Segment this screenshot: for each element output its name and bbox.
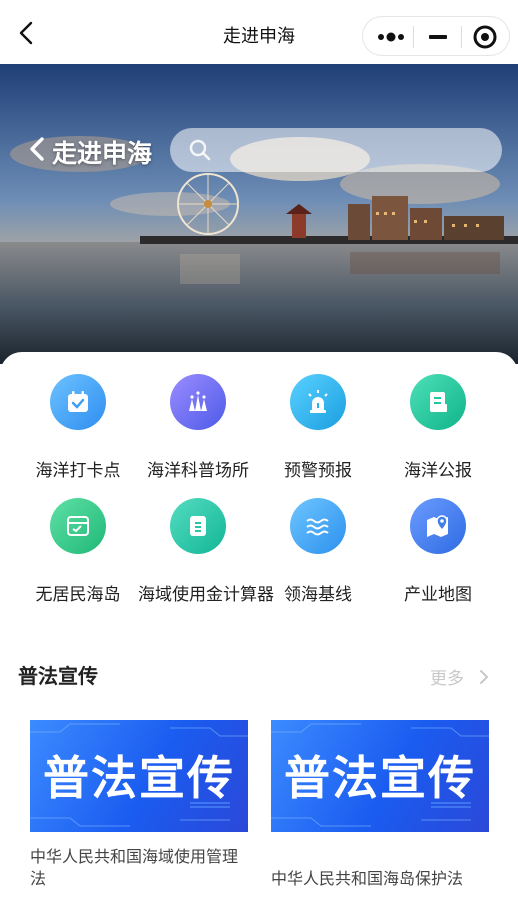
target-circle-icon[interactable] xyxy=(461,17,509,57)
seaside-photo xyxy=(0,64,518,364)
hero-back-chevron-icon[interactable] xyxy=(28,136,46,162)
grid-item-label: 海洋打卡点 xyxy=(35,461,121,481)
grid-item-science-venues[interactable]: 海洋科普场所 xyxy=(138,374,258,481)
grid-item-label: 海域使用金计算器 xyxy=(138,585,274,605)
grid-item-ocean-bulletin[interactable]: 海洋公报 xyxy=(378,374,498,481)
search-input[interactable] xyxy=(170,128,502,172)
section-title: 普法宣传 xyxy=(18,664,98,688)
grid-item-label: 海洋科普场所 xyxy=(147,461,249,481)
more-link[interactable]: 更多 xyxy=(430,664,464,689)
mini-program-capsule xyxy=(362,16,510,56)
alarm-light-icon xyxy=(290,374,346,430)
law-article-card[interactable]: 普法宣传 中华人民共和国海域使用管理法 xyxy=(30,720,248,890)
more-dots-icon[interactable] xyxy=(367,17,415,57)
hero-carousel[interactable]: 走进申海 xyxy=(0,64,518,364)
museum-icon xyxy=(170,374,226,430)
chevron-right-icon[interactable] xyxy=(478,668,490,686)
grid-item-label: 预警预报 xyxy=(284,461,352,481)
grid-item-warning-forecast[interactable]: 预警预报 xyxy=(258,374,378,481)
grid-item-uninhabited-islands[interactable]: 无居民海岛 xyxy=(18,498,138,605)
grid-item-label: 领海基线 xyxy=(284,585,352,605)
card-caption: 中华人民共和国海岛保护法 xyxy=(271,869,464,888)
search-icon xyxy=(189,139,211,161)
grid-item-sea-fee-calculator[interactable]: 海域使用金计算器 xyxy=(138,498,274,605)
grid-item-industry-map[interactable]: 产业地图 xyxy=(378,498,498,605)
card-caption: 中华人民共和国海域使用管理法 xyxy=(30,847,239,888)
map-pin-icon xyxy=(410,498,466,554)
law-banner-image: 普法宣传 xyxy=(271,720,489,832)
grid-item-label: 无居民海岛 xyxy=(35,585,121,605)
content-panel: 海洋打卡点 海洋科普场所 预警预报 海洋公报 无居民海岛 海域使用金计算器 领海… xyxy=(0,352,518,921)
island-card-icon xyxy=(50,498,106,554)
grid-item-baseline[interactable]: 领海基线 xyxy=(258,498,378,605)
grid-item-label: 产业地图 xyxy=(404,585,472,605)
hero-title: 走进申海 xyxy=(52,139,153,168)
banner-text: 普法宣传 xyxy=(284,751,476,805)
grid-item-ocean-checkin[interactable]: 海洋打卡点 xyxy=(18,374,138,481)
app-bar: 走进申海 xyxy=(0,0,518,64)
grid-item-label: 海洋公报 xyxy=(404,461,472,481)
calculator-icon xyxy=(170,498,226,554)
waves-icon xyxy=(290,498,346,554)
law-banner-image: 普法宣传 xyxy=(30,720,248,832)
banner-text: 普法宣传 xyxy=(43,751,235,805)
calendar-check-icon xyxy=(50,374,106,430)
law-article-card[interactable]: 普法宣传 中华人民共和国海岛保护法 xyxy=(271,720,489,890)
document-scroll-icon xyxy=(410,374,466,430)
minimize-icon[interactable] xyxy=(414,17,462,57)
